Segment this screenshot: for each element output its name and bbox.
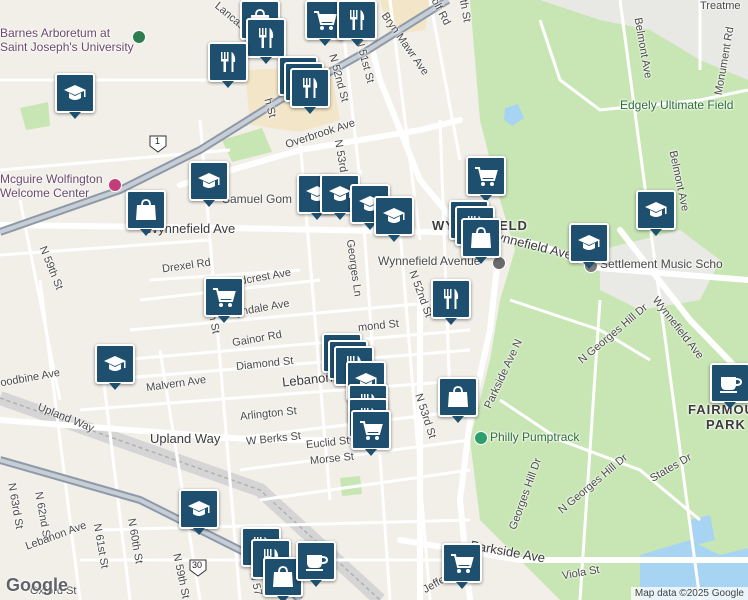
cup-icon <box>303 548 329 574</box>
wolfington-label-line2[interactable]: Welcome Center <box>0 186 89 200</box>
street-upland-way: Upland Way <box>150 431 221 446</box>
bag-icon <box>468 225 494 251</box>
bag-icon <box>445 384 471 410</box>
school-icon <box>186 496 212 522</box>
map-marker-cart[interactable] <box>442 543 482 589</box>
settlement-music-label[interactable]: Settlement Music Scho <box>600 257 723 271</box>
treatment-label[interactable]: Treatme <box>700 0 741 12</box>
map-marker-school[interactable] <box>95 344 135 390</box>
cup-icon <box>717 370 743 396</box>
utensils-icon <box>253 25 279 51</box>
map-marker-bag[interactable] <box>438 377 478 423</box>
school-icon <box>102 351 128 377</box>
philly-pumptrack-label[interactable]: Philly Pumptrack <box>490 430 579 444</box>
fairmount-label-line2: PARK <box>706 417 746 432</box>
map-marker-school[interactable] <box>569 223 609 269</box>
school-icon <box>576 230 602 256</box>
utensils-icon <box>215 49 241 75</box>
map-marker-utensils[interactable] <box>208 42 248 88</box>
school-icon <box>643 197 669 223</box>
cart-icon <box>312 7 338 33</box>
school-icon <box>62 80 88 106</box>
map-marker-bag[interactable] <box>461 218 501 264</box>
map-marker-bag[interactable] <box>126 190 166 236</box>
map-marker-school[interactable] <box>374 196 414 242</box>
map-marker-school[interactable] <box>636 190 676 236</box>
map-marker-utensils[interactable] <box>431 279 471 325</box>
utensils-icon <box>438 286 464 312</box>
map-marker-cart[interactable] <box>351 410 391 456</box>
map-marker-school[interactable] <box>55 73 95 119</box>
map-attribution[interactable]: Map data ©2025 Google <box>630 587 748 600</box>
samuel-gomp-label[interactable]: Samuel Gom <box>222 192 292 206</box>
map-marker-utensils[interactable] <box>337 0 377 46</box>
garden-poi-icon[interactable] <box>132 30 146 44</box>
map-base-layer <box>0 0 748 600</box>
map-marker-cart[interactable] <box>466 156 506 202</box>
route-1-shield: 1 <box>155 136 161 146</box>
map-marker-school[interactable] <box>189 161 229 207</box>
cart-icon <box>211 284 237 310</box>
camera-poi-icon[interactable] <box>108 178 122 192</box>
school-icon <box>196 168 222 194</box>
map-marker-school[interactable] <box>179 489 219 535</box>
map-marker-utensils[interactable] <box>246 18 286 64</box>
utensils-icon <box>297 75 323 101</box>
school-icon <box>381 203 407 229</box>
wolfington-label-line1[interactable]: Mcguire Wolfington <box>0 172 103 186</box>
pumptrack-poi-icon[interactable] <box>474 431 488 445</box>
map-marker-cup[interactable] <box>296 541 336 587</box>
cart-icon <box>449 550 475 576</box>
map-marker-utensils[interactable] <box>290 68 330 114</box>
arboretum-label-line2[interactable]: Saint Joseph's University <box>0 40 134 54</box>
cart-icon <box>473 163 499 189</box>
map-marker-cup[interactable] <box>710 363 748 409</box>
cart-icon <box>358 417 384 443</box>
bag-icon <box>270 564 296 590</box>
train-station-icon[interactable] <box>492 256 506 270</box>
map-marker-cart[interactable] <box>204 277 244 323</box>
map-canvas[interactable]: 1 30 Barnes Arboretum at Saint Joseph's … <box>0 0 748 600</box>
fairmount-label-line1: FAIRMOU <box>688 402 748 417</box>
edgely-field-label[interactable]: Edgely Ultimate Field <box>620 98 733 112</box>
route-30-shield: 30 <box>192 560 203 570</box>
arboretum-label-line1[interactable]: Barnes Arboretum at <box>0 26 110 40</box>
utensils-icon <box>344 7 370 33</box>
bag-icon <box>133 197 159 223</box>
google-logo[interactable]: Google <box>6 575 68 596</box>
